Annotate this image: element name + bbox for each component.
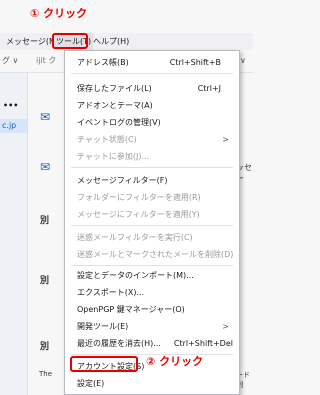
menu-item-saved-files[interactable]: 保存したファイル(L) Ctrl+J — [65, 80, 239, 97]
submenu-arrow-icon: > — [222, 322, 229, 331]
mail-icon: ✉ — [40, 160, 51, 174]
step1-callout: ① クリック — [30, 7, 88, 20]
content-heading: 別 — [40, 342, 50, 352]
menu-item-openpgp[interactable]: OpenPGP 鍵マネージャー(O) — [65, 301, 239, 318]
menu-item-export[interactable]: エクスポート(X)... — [65, 284, 239, 301]
folder-pane: ••• c.jp — [0, 73, 28, 395]
toolbar-tag-dropdown[interactable]: グ ∨ — [2, 50, 18, 72]
step2-callout: ② クリック — [146, 355, 204, 368]
menu-item-dev-tools[interactable]: 開発ツール(E) > — [65, 318, 239, 335]
mail-icon: ✉ — [40, 110, 51, 124]
menu-item-activity[interactable]: イベントログの管理(V) — [65, 114, 239, 131]
menu-item-message-filters[interactable]: メッセージフィルター(F) — [65, 172, 239, 189]
account-settings-highlight-box — [70, 356, 138, 372]
menu-item-address-book[interactable]: アドレス帳(B) Ctrl+Shift+B — [65, 54, 239, 71]
menu-item-run-junk-filter: 迷惑メールフィルターを実行(C) — [77, 233, 193, 242]
account-item[interactable]: c.jp — [0, 119, 27, 133]
menu-item-settings[interactable]: 設定(E) — [65, 375, 239, 392]
menu-item-delete-junk: 迷惑メールとマークされたメールを削除(D) — [77, 250, 234, 259]
content-heading: 別 — [40, 276, 50, 286]
menu-item-chat-status: チャット状態(C) > — [65, 131, 239, 148]
menu-item-import[interactable]: 設定とデータのインポート(M)... — [65, 267, 239, 284]
menu-bar: メッセージ(M) ツール(T) ヘルプ(H) — [0, 33, 253, 51]
menu-item-apply-message-filters: メッセージにフィルターを適用(Y) — [77, 210, 200, 219]
toolbar-right-dropdown[interactable]: ∨ — [240, 50, 246, 72]
tools-menu: アドレス帳(B) Ctrl+Shift+B 保存したファイル(L) Ctrl+J ア… — [64, 50, 240, 395]
menu-item-addons[interactable]: アドオンとテーマ(A) — [65, 97, 239, 114]
menu-item-clear-history[interactable]: 最近の履歴を消去(H)... Ctrl+Shift+Del — [65, 335, 239, 352]
menu-item-apply-folder-filters: フォルダーにフィルターを適用(R) — [77, 193, 201, 202]
menu-help[interactable]: ヘルプ(H) — [91, 33, 131, 50]
menu-item-join-chat: チャットに参加(J)... — [77, 152, 150, 161]
content-fragment: The — [39, 370, 53, 378]
tools-highlight-box — [52, 33, 88, 49]
more-icon[interactable]: ••• — [3, 101, 18, 110]
toolbar-user-label: ijit ク — [36, 56, 57, 65]
submenu-arrow-icon: > — [222, 135, 229, 144]
content-heading: 別 — [40, 216, 50, 226]
